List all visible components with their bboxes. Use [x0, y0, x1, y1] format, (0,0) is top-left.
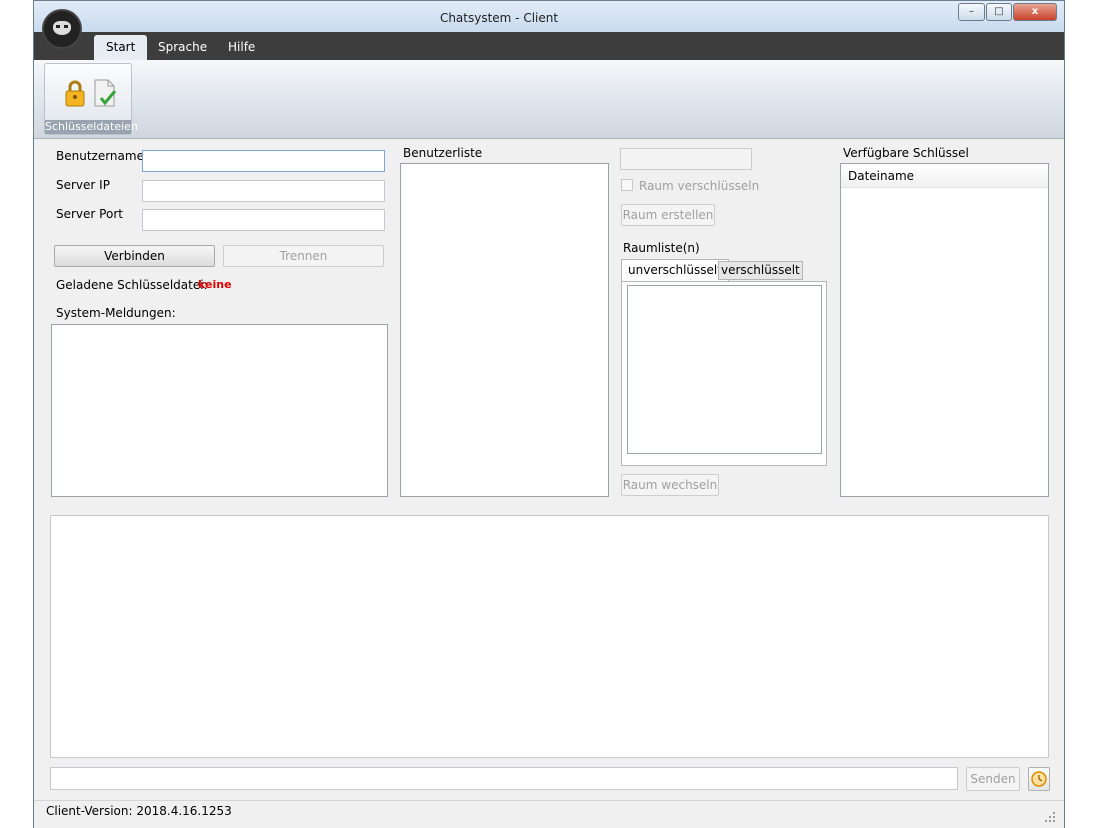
tab-hilfe[interactable]: Hilfe — [216, 35, 267, 60]
tab-start[interactable]: Start — [94, 35, 148, 60]
client-version: Client-Version: 2018.4.16.1253 — [46, 804, 232, 818]
key-files-label: Schlüsseldateien — [45, 120, 138, 134]
main-window: Chatsystem - Client – □ x Start Sprache … — [33, 0, 1065, 828]
userlist-label: Benutzerliste — [403, 146, 483, 160]
timer-button[interactable] — [1028, 767, 1050, 791]
switch-room-button[interactable]: Raum wechseln — [621, 474, 719, 496]
app-logo-icon — [42, 9, 82, 49]
create-room-button[interactable]: Raum erstellen — [621, 204, 715, 226]
system-messages-box[interactable] — [51, 324, 388, 497]
chat-history-box[interactable] — [50, 515, 1049, 758]
loaded-key-value: keine — [198, 278, 232, 291]
disconnect-button[interactable]: Trennen — [223, 245, 384, 267]
lock-icon[interactable] — [65, 79, 85, 107]
loaded-key-label: Geladene Schlüsseldatei: — [56, 278, 208, 292]
key-files-group[interactable]: Schlüsseldateien — [44, 63, 138, 135]
room-name-input[interactable] — [620, 148, 752, 170]
server-ip-input[interactable] — [142, 180, 385, 202]
logo-eye-right — [64, 25, 68, 28]
username-input[interactable] — [142, 150, 385, 172]
tab-unencrypted[interactable]: unverschlüsselt — [621, 259, 729, 281]
close-button[interactable]: x — [1013, 3, 1057, 21]
server-port-input[interactable] — [142, 209, 385, 231]
connect-button[interactable]: Verbinden — [54, 245, 215, 267]
userlist-box[interactable] — [400, 163, 609, 497]
ribbon: Schlüsseldateien — [34, 60, 1064, 139]
roomlist-label: Raumliste(n) — [623, 241, 700, 255]
logo-eye-left — [56, 25, 60, 28]
encrypt-room-label: Raum verschlüsseln — [639, 179, 760, 193]
encrypt-room-checkbox[interactable] — [621, 179, 633, 191]
server-port-label: Server Port — [56, 207, 123, 221]
minimize-button[interactable]: – — [958, 3, 985, 21]
roomlist-box[interactable] — [627, 285, 822, 454]
send-button[interactable]: Senden — [966, 767, 1020, 791]
message-input[interactable] — [50, 767, 958, 790]
clock-icon — [1031, 771, 1047, 787]
logo-face — [53, 21, 71, 35]
username-label: Benutzername — [56, 149, 144, 163]
keys-list[interactable]: Dateiname — [840, 163, 1049, 497]
tab-sprache[interactable]: Sprache — [146, 35, 219, 60]
status-bar: Client-Version: 2018.4.16.1253 — [34, 800, 1064, 828]
document-check-icon[interactable] — [93, 78, 117, 108]
maximize-button[interactable]: □ — [986, 3, 1012, 21]
keys-label: Verfügbare Schlüssel — [843, 146, 969, 160]
keys-column-header[interactable]: Dateiname — [841, 164, 1048, 188]
resize-grip-icon[interactable] — [1044, 811, 1056, 823]
server-ip-label: Server IP — [56, 178, 110, 192]
menu-bar: Start Sprache Hilfe — [34, 32, 1064, 60]
title-bar: Chatsystem - Client – □ x — [34, 1, 1064, 32]
window-title: Chatsystem - Client — [439, 11, 559, 25]
tab-encrypted[interactable]: verschlüsselt — [718, 261, 803, 280]
system-messages-label: System-Meldungen: — [56, 306, 176, 320]
